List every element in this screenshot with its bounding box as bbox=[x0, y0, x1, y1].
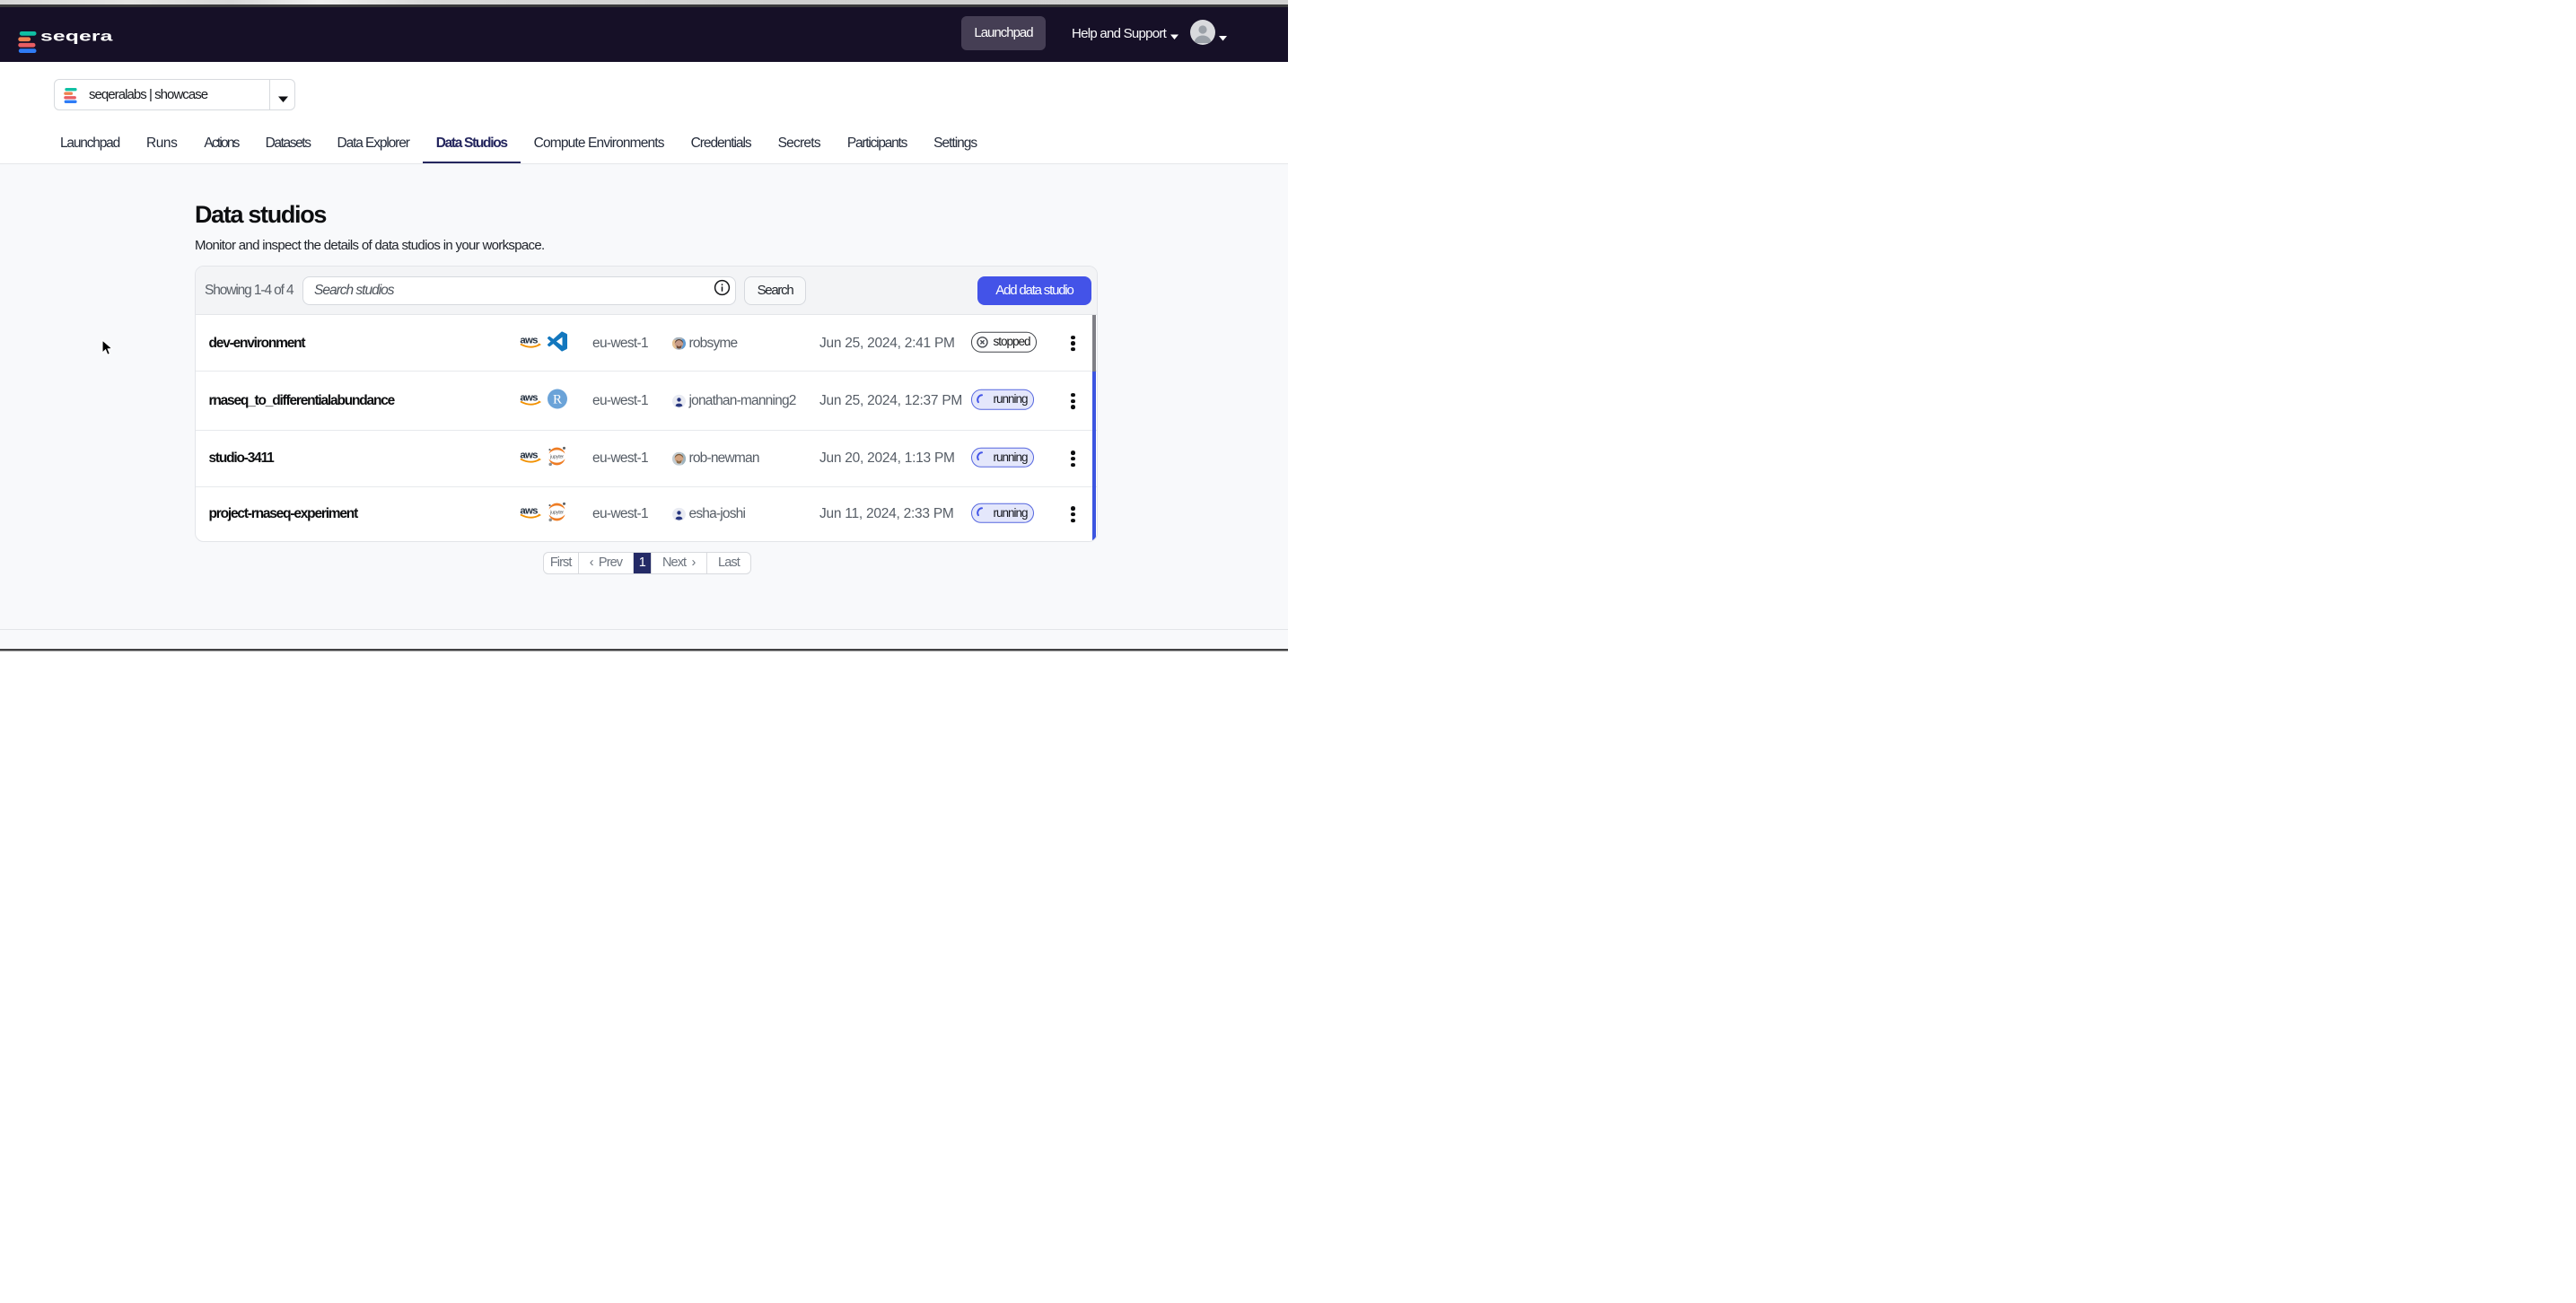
svg-text:jupyter: jupyter bbox=[549, 511, 564, 516]
svg-text:R: R bbox=[553, 393, 562, 407]
svg-text:jupyter: jupyter bbox=[549, 455, 564, 460]
